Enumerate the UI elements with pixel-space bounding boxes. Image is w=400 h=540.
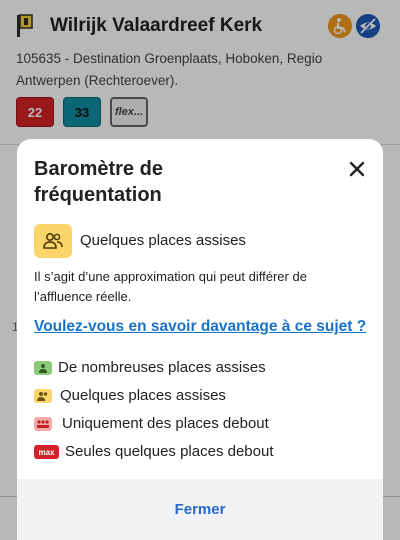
many-seats-icon (34, 361, 52, 375)
legend-item: De nombreuses places assises (34, 356, 364, 384)
legend-label: Quelques places assises (60, 387, 226, 404)
dialog-title: Baromètre de fréquentation (34, 158, 163, 206)
max-capacity-icon: max (34, 445, 59, 459)
some-seats-icon (34, 389, 52, 403)
approximation-note: Il s’agit d’une approximation qui peut d… (34, 269, 307, 304)
dialog-footer: Fermer (17, 479, 383, 540)
close-icon[interactable] (345, 157, 369, 181)
current-occupancy: Quelques places assises (34, 224, 354, 258)
close-button[interactable]: Fermer (17, 479, 383, 540)
legend-label: De nombreuses places assises (58, 359, 266, 376)
occupancy-barometer-dialog: Baromètre de fréquentation Quelques plac… (17, 139, 383, 540)
legend-item: Quelques places assises (34, 384, 364, 412)
standing-only-icon (34, 417, 52, 431)
current-occupancy-label: Quelques places assises (80, 232, 246, 249)
legend-item: Uniquement des places debout (34, 412, 364, 440)
more-info-link[interactable]: Voulez-vous en savoir davantage à ce suj… (34, 318, 366, 336)
legend-item: max Seules quelques places debout (34, 440, 364, 468)
occupancy-legend: De nombreuses places assises Quelques pl… (34, 356, 364, 468)
legend-label: Uniquement des places debout (62, 415, 269, 432)
people-icon (34, 224, 72, 258)
legend-label: Seules quelques places debout (65, 443, 274, 460)
